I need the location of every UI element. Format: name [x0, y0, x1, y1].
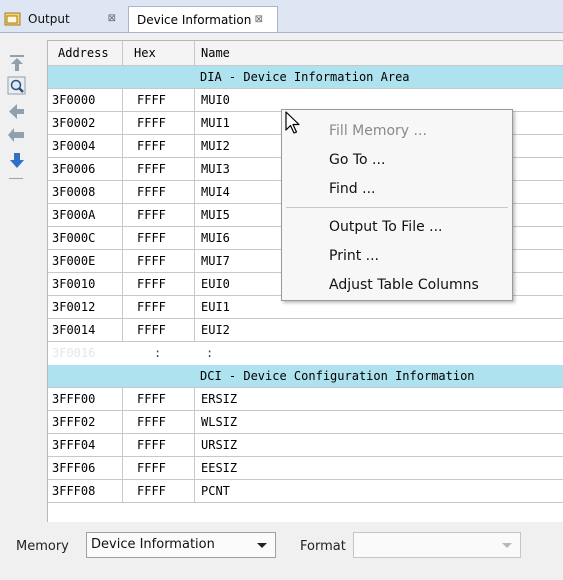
section-title: DIA - Device Information Area [200, 70, 410, 84]
cell-name: EUI2 [194, 319, 230, 341]
cell-address: 3F000A [52, 208, 96, 222]
cell-hex: FFFF [122, 411, 178, 433]
menu-item-adjust-table-columns[interactable]: Adjust Table Columns [329, 271, 479, 299]
cell-hex: FFFF [122, 204, 178, 226]
section-header-dia: DIA - Device Information Area [48, 66, 563, 89]
cell-address: 3FFF02 [52, 415, 96, 429]
cell-hex: FFFF [122, 296, 178, 318]
column-header-name[interactable]: Name [194, 41, 230, 65]
memory-label: Memory [16, 539, 69, 554]
cell-name: ERSIZ [194, 388, 237, 410]
chevron-down-icon [257, 543, 267, 548]
page-up-icon[interactable] [6, 52, 28, 74]
section-header-dci: DCI - Device Configuration Information [48, 365, 563, 388]
cell-hex: FFFF [122, 227, 178, 249]
output-icon [4, 11, 22, 27]
table-row[interactable]: 3F0014 FFFF EUI2 [48, 319, 563, 342]
cell-name: PCNT [194, 480, 230, 502]
table-row[interactable]: 3FFF08 FFFF PCNT [48, 480, 563, 503]
format-label: Format [300, 539, 346, 554]
cell-hex: FFFF [122, 181, 178, 203]
section-title: DCI - Device Configuration Information [200, 369, 475, 383]
cell-address: 3FFF08 [52, 484, 96, 498]
cell-hex: FFFF [122, 158, 178, 180]
back-icon[interactable] [6, 125, 28, 147]
cell-name: EUI1 [194, 296, 230, 318]
cell-name: URSIZ [194, 434, 237, 456]
toolbar-divider [9, 178, 23, 179]
cell-address: 3F0012 [52, 300, 96, 314]
cell-hex: FFFF [122, 388, 178, 410]
cell-name: MUI3 [194, 158, 230, 180]
tab-output[interactable]: Output ⊠ [0, 6, 130, 31]
table-row[interactable]: 3FFF04 FFFF URSIZ [48, 434, 563, 457]
cell-name: EUI0 [194, 273, 230, 295]
cell-name: MUI2 [194, 135, 230, 157]
cell-address: 3F000C [52, 231, 96, 245]
tab-device-information-close-icon[interactable]: ⊠ [255, 14, 263, 25]
cell-hex: FFFF [122, 273, 178, 295]
tab-output-close-icon[interactable]: ⊠ [108, 13, 116, 24]
menu-item-print[interactable]: Print ... [329, 242, 379, 270]
prev-icon[interactable] [6, 100, 28, 122]
table-row[interactable]: 3FFF02 FFFF WLSIZ [48, 411, 563, 434]
table-header: Address Hex Name [48, 41, 563, 66]
table-row-gap: 3F0016 : : [48, 342, 563, 365]
cell-address: 3F0006 [52, 162, 96, 176]
cell-address: 3F000E [52, 254, 96, 268]
cell-hex: FFFF [122, 250, 178, 272]
mouse-cursor-icon [285, 111, 301, 138]
format-select[interactable] [353, 532, 521, 558]
cell-hex: FFFF [122, 319, 178, 341]
menu-item-go-to[interactable]: Go To ... [329, 146, 385, 174]
tab-output-label: Output [28, 11, 70, 26]
cell-address: 3F0002 [52, 116, 96, 130]
bottom-bar: Memory Device Information Format [0, 522, 563, 580]
cell-name: MUI1 [194, 112, 230, 134]
cell-hex: FFFF [122, 480, 178, 502]
cell-address: 3FFF04 [52, 438, 96, 452]
cell-name: EESIZ [194, 457, 237, 479]
gap-hex: : [154, 346, 162, 360]
cell-address: 3F0000 [52, 93, 96, 107]
cell-address: 3FFF00 [52, 392, 96, 406]
cell-hex: FFFF [122, 434, 178, 456]
table-row[interactable]: 3FFF00 FFFF ERSIZ [48, 388, 563, 411]
cell-address: 3F0004 [52, 139, 96, 153]
cell-name: MUI7 [194, 250, 230, 272]
gap-address: 3F0016 [52, 346, 96, 360]
cell-name: MUI5 [194, 204, 230, 226]
cell-hex: FFFF [122, 135, 178, 157]
cell-address: 3F0010 [52, 277, 96, 291]
cell-name: MUI6 [194, 227, 230, 249]
tab-bar: Output ⊠ Device Information ⊠ [0, 0, 563, 33]
tab-device-information-label: Device Information [137, 12, 252, 27]
cell-address: 3F0008 [52, 185, 96, 199]
column-header-address[interactable]: Address [58, 41, 124, 65]
cell-hex: FFFF [122, 457, 178, 479]
cell-address: 3F0014 [52, 323, 96, 337]
memory-select-value: Device Information [91, 537, 215, 552]
cell-name: MUI4 [194, 181, 230, 203]
column-header-hex[interactable]: Hex [122, 41, 178, 65]
menu-item-find[interactable]: Find ... [329, 175, 375, 203]
menu-separator [286, 207, 508, 208]
table-row[interactable]: 3FFF06 FFFF EESIZ [48, 457, 563, 480]
search-icon[interactable] [6, 75, 28, 97]
cell-hex: FFFF [122, 112, 178, 134]
menu-item-fill-memory[interactable]: Fill Memory ... [329, 117, 427, 145]
chevron-down-icon [502, 543, 512, 548]
gap-name: : [206, 346, 214, 360]
context-menu: Fill Memory ... Go To ... Find ... Outpu… [281, 109, 513, 301]
menu-item-output-to-file[interactable]: Output To File ... [329, 213, 443, 241]
cell-name: WLSIZ [194, 411, 237, 433]
cell-hex: FFFF [122, 89, 178, 111]
cell-address: 3FFF06 [52, 461, 96, 475]
tab-device-information[interactable]: Device Information ⊠ [128, 6, 278, 32]
arrow-down-icon[interactable] [6, 150, 28, 172]
cell-name: MUI0 [194, 89, 230, 111]
memory-select[interactable]: Device Information [86, 532, 276, 558]
